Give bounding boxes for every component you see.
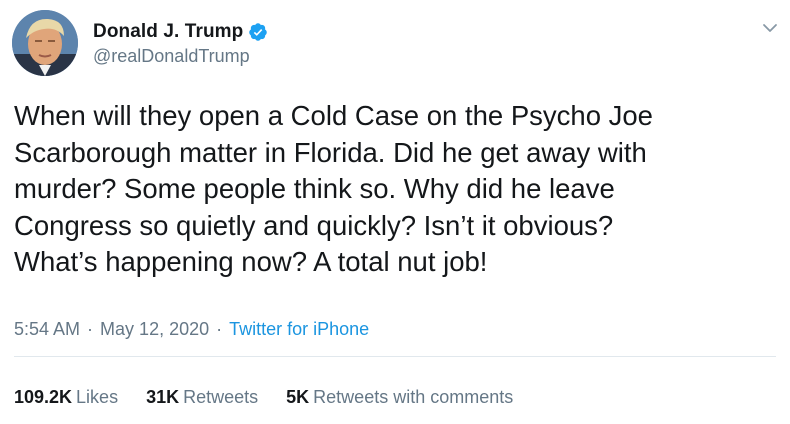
tweet-date[interactable]: May 12, 2020 [100, 319, 209, 340]
author-display-name[interactable]: Donald J. Trump [93, 21, 243, 43]
meta-separator: · [87, 319, 94, 339]
tweet-card: Donald J. Trump @realDonaldTrump When wi… [0, 0, 790, 424]
retweets-stat[interactable]: 31K Retweets [146, 387, 258, 408]
verified-badge-icon [248, 22, 268, 42]
tweet-text: When will they open a Cold Case on the P… [14, 100, 653, 277]
tweet-source-link[interactable]: Twitter for iPhone [229, 319, 369, 340]
chevron-down-icon[interactable] [760, 18, 780, 38]
tweet-time[interactable]: 5:54 AM [14, 319, 80, 340]
likes-stat[interactable]: 109.2K Likes [14, 387, 118, 408]
likes-count: 109.2K [14, 387, 73, 407]
tweet-stats: 109.2K Likes 31K Retweets 5K Retweets with … [14, 387, 541, 408]
divider [14, 356, 776, 357]
avatar[interactable] [12, 10, 78, 76]
retweets-with-comments-count: 5K [286, 387, 310, 407]
retweets-with-comments-stat[interactable]: 5K Retweets with comments [286, 387, 513, 408]
retweets-label: Retweets [183, 387, 259, 407]
likes-label: Likes [76, 387, 119, 407]
meta-separator: · [216, 319, 223, 339]
author-name-row[interactable]: Donald J. Trump [93, 20, 268, 44]
retweets-count: 31K [146, 387, 180, 407]
retweets-with-comments-label: Retweets with comments [313, 387, 514, 407]
author-handle[interactable]: @realDonaldTrump [93, 46, 250, 67]
avatar-image [12, 10, 78, 76]
tweet-metadata: 5:54 AM · May 12, 2020 · Twitter for iPh… [14, 319, 369, 340]
